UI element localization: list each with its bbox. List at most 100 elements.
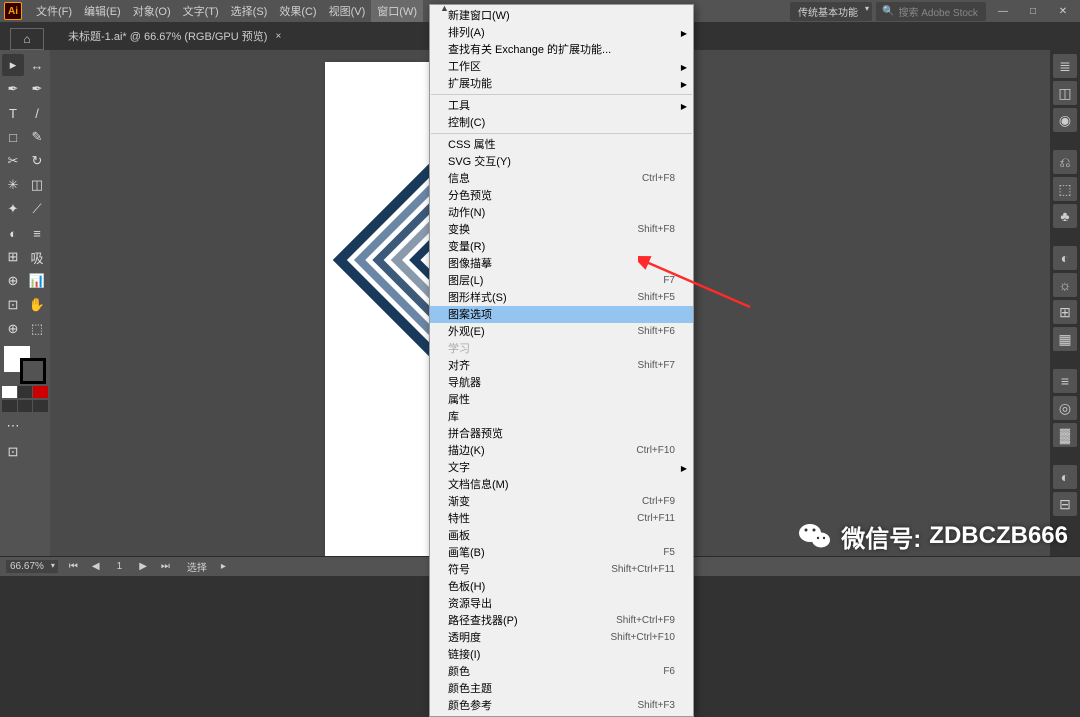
panel2-12[interactable]: ▓	[1053, 423, 1077, 447]
menu-item-12[interactable]: 分色预览	[430, 187, 693, 204]
menu-6[interactable]: 视图(V)	[323, 0, 372, 22]
screen-mode[interactable]: ⊡	[2, 440, 24, 464]
mini-a[interactable]	[2, 400, 17, 412]
tool-10[interactable]: ✳	[2, 174, 24, 196]
menu-item-7[interactable]: 控制(C)	[430, 114, 693, 131]
menu-item-29[interactable]: 文档信息(M)	[430, 476, 693, 493]
menu-item-40[interactable]: 颜色F6	[430, 663, 693, 680]
tool-22[interactable]: ⊕	[2, 318, 24, 340]
panel2-8[interactable]: ⊞	[1053, 300, 1077, 324]
nav-next[interactable]: ▶	[136, 561, 150, 572]
menu-0[interactable]: 文件(F)	[30, 0, 78, 22]
panel2-10[interactable]: ≡	[1053, 369, 1077, 393]
tool-0[interactable]: ▸	[2, 54, 24, 76]
panel2-9[interactable]: ▦	[1053, 327, 1077, 351]
menu-item-11[interactable]: 信息Ctrl+F8	[430, 170, 693, 187]
tool-5[interactable]: /	[26, 102, 48, 124]
panel2-11[interactable]: ◎	[1053, 396, 1077, 420]
menu-item-10[interactable]: SVG 交互(Y)	[430, 153, 693, 170]
workspace-switcher[interactable]: 传统基本功能	[790, 2, 872, 21]
tool-7[interactable]: ✎	[26, 126, 48, 148]
menu-item-32[interactable]: 画板	[430, 527, 693, 544]
menu-item-18[interactable]: 图形样式(S)Shift+F5	[430, 289, 693, 306]
tool-15[interactable]: ≡	[26, 222, 48, 244]
menu-item-3[interactable]: 工作区	[430, 58, 693, 75]
mini-red[interactable]	[33, 386, 48, 398]
panel2-4[interactable]: ⬚	[1053, 177, 1077, 201]
menu-item-24[interactable]: 属性	[430, 391, 693, 408]
tool-13[interactable]: ⟋	[26, 198, 48, 220]
tool-2[interactable]: ✒	[2, 78, 24, 100]
nav-page[interactable]: 1	[111, 560, 129, 573]
mini-c[interactable]	[33, 400, 48, 412]
tool-14[interactable]: ◐	[2, 222, 24, 244]
tab-close-button[interactable]: ×	[275, 31, 281, 42]
panel2-6[interactable]: ◐	[1053, 246, 1077, 270]
panel2-3[interactable]: ⎌	[1053, 150, 1077, 174]
menu-5[interactable]: 效果(C)	[273, 0, 322, 22]
panel2-0[interactable]: ≣	[1053, 54, 1077, 78]
tool-16[interactable]: ⊞	[2, 246, 24, 268]
menu-item-22[interactable]: 对齐Shift+F7	[430, 357, 693, 374]
menu-item-20[interactable]: 外观(E)Shift+F6	[430, 323, 693, 340]
panel2-2[interactable]: ◉	[1053, 108, 1077, 132]
tool-6[interactable]: □	[2, 126, 24, 148]
menu-4[interactable]: 选择(S)	[225, 0, 274, 22]
menu-item-41[interactable]: 颜色主题	[430, 680, 693, 697]
tool-17[interactable]: 吸	[26, 246, 48, 268]
menu-item-16[interactable]: 图像描摹	[430, 255, 693, 272]
menu-item-15[interactable]: 变量(R)	[430, 238, 693, 255]
menu-item-14[interactable]: 变换Shift+F8	[430, 221, 693, 238]
panel2-5[interactable]: ♣	[1053, 204, 1077, 228]
tab-home-button[interactable]: ⌂	[10, 28, 44, 50]
menu-item-1[interactable]: 排列(A)	[430, 24, 693, 41]
panel2-7[interactable]: ☼	[1053, 273, 1077, 297]
tool-21[interactable]: ✋	[26, 294, 48, 316]
menu-item-38[interactable]: 透明度Shift+Ctrl+F10	[430, 629, 693, 646]
mini-white[interactable]	[2, 386, 17, 398]
menu-item-17[interactable]: 图层(L)F7	[430, 272, 693, 289]
panel2-14[interactable]: ⊟	[1053, 492, 1077, 516]
menu-1[interactable]: 编辑(E)	[78, 0, 127, 22]
tool-23[interactable]: ⬚	[26, 318, 48, 340]
search-input[interactable]: 🔍 搜索 Adobe Stock	[876, 2, 986, 21]
minimize-button[interactable]: —	[990, 2, 1016, 20]
panel2-13[interactable]: ◐	[1053, 465, 1077, 489]
nav-last[interactable]: ⏭	[158, 561, 173, 572]
document-tab[interactable]: 未标题-1.ai* @ 66.67% (RGB/GPU 预览) ×	[58, 24, 291, 48]
menu-item-37[interactable]: 路径查找器(P)Shift+Ctrl+F9	[430, 612, 693, 629]
menu-item-9[interactable]: CSS 属性	[430, 136, 693, 153]
tool-more[interactable]: ⋯	[2, 414, 24, 438]
nav-prev[interactable]: ◀	[89, 561, 103, 572]
tool-18[interactable]: ⊕	[2, 270, 24, 292]
menu-item-42[interactable]: 颜色参考Shift+F3	[430, 697, 693, 714]
menu-item-2[interactable]: 查找有关 Exchange 的扩展功能...	[430, 41, 693, 58]
close-button[interactable]: ✕	[1050, 2, 1076, 20]
menu-item-28[interactable]: 文字	[430, 459, 693, 476]
menu-item-19[interactable]: 图案选项	[430, 306, 693, 323]
panel2-1[interactable]: ◫	[1053, 81, 1077, 105]
menu-item-35[interactable]: 色板(H)	[430, 578, 693, 595]
maximize-button[interactable]: □	[1020, 2, 1046, 20]
menu-item-0[interactable]: 新建窗口(W)	[430, 7, 693, 24]
menu-item-31[interactable]: 特性Ctrl+F11	[430, 510, 693, 527]
menu-item-26[interactable]: 拼合器预览	[430, 425, 693, 442]
stroke-color[interactable]	[20, 358, 46, 384]
tool-4[interactable]: T	[2, 102, 24, 124]
tool-8[interactable]: ✂	[2, 150, 24, 172]
tool-9[interactable]: ↻	[26, 150, 48, 172]
menu-item-4[interactable]: 扩展功能	[430, 75, 693, 92]
tool-12[interactable]: ✦	[2, 198, 24, 220]
menu-item-33[interactable]: 画笔(B)F5	[430, 544, 693, 561]
mini-b[interactable]	[18, 400, 33, 412]
mini-black[interactable]	[18, 386, 33, 398]
menu-item-34[interactable]: 符号Shift+Ctrl+F11	[430, 561, 693, 578]
tool-19[interactable]: 📊	[26, 270, 48, 292]
menu-item-6[interactable]: 工具	[430, 97, 693, 114]
menu-item-27[interactable]: 描边(K)Ctrl+F10	[430, 442, 693, 459]
menu-item-36[interactable]: 资源导出	[430, 595, 693, 612]
menu-item-23[interactable]: 导航器	[430, 374, 693, 391]
menu-item-25[interactable]: 库	[430, 408, 693, 425]
menu-7[interactable]: 窗口(W)	[371, 0, 423, 22]
nav-first[interactable]: ⏮	[66, 561, 81, 572]
